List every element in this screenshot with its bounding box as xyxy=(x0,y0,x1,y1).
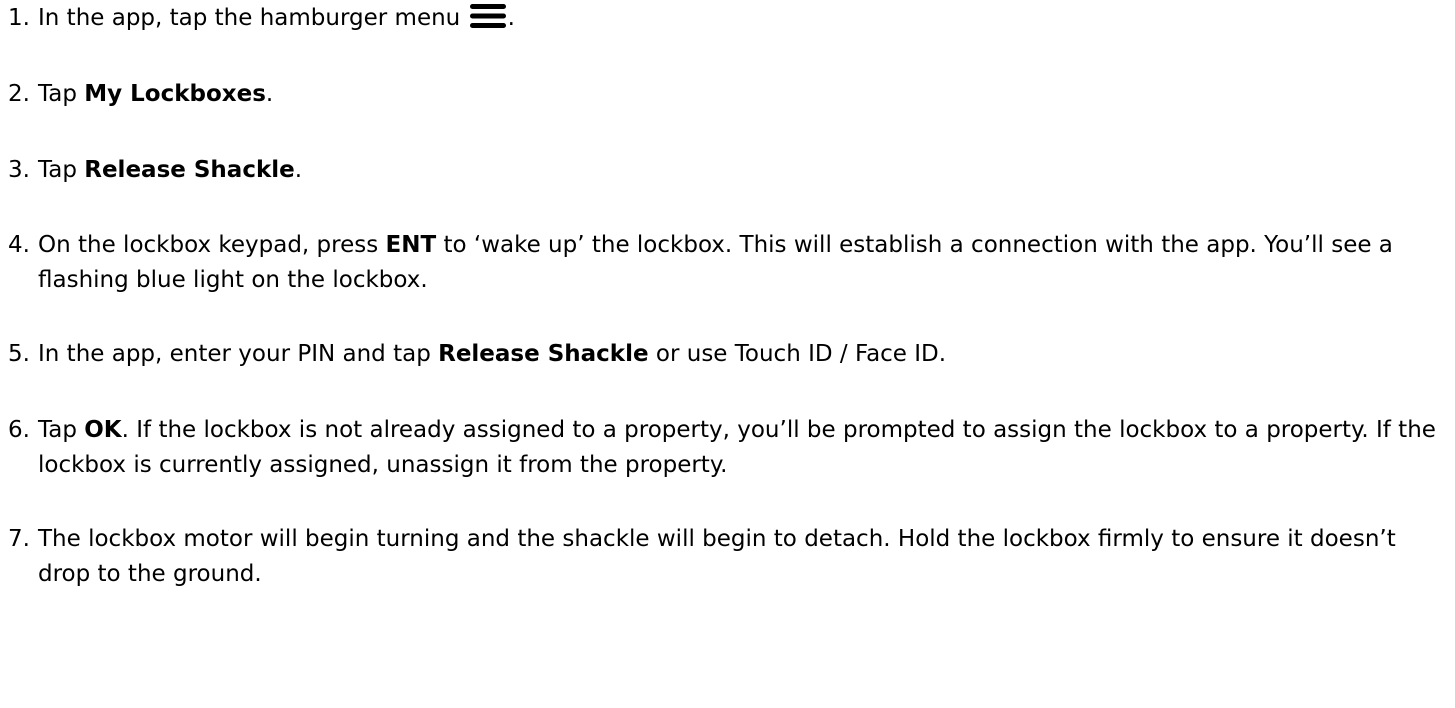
step-text-part: Tap xyxy=(38,81,85,107)
step-text: In the app, tap the hamburger menu . xyxy=(38,1,1448,36)
step-7: 7. The lockbox motor will begin turning … xyxy=(8,522,1448,592)
ui-term: Release Shackle xyxy=(438,341,649,367)
step-text-part: In the app, enter your PIN and tap xyxy=(38,341,439,367)
step-6: 6. Tap OK. If the lockbox is not already… xyxy=(8,413,1448,483)
step-3: 3. Tap Release Shackle. xyxy=(8,153,1448,188)
step-text-part: . If the lockbox is not already assigned… xyxy=(38,417,1436,478)
hamburger-menu-icon xyxy=(469,4,506,28)
step-5: 5. In the app, enter your PIN and tap Re… xyxy=(8,337,1448,372)
step-number: 1. xyxy=(8,5,30,31)
step-text: Tap Release Shackle. xyxy=(38,153,1448,188)
step-number: 6. xyxy=(8,417,30,443)
ui-term: OK xyxy=(84,417,122,443)
ui-term: My Lockboxes xyxy=(84,81,266,107)
step-text-part: Tap xyxy=(38,417,85,443)
step-number: 5. xyxy=(8,341,30,367)
step-4: 4. On the lockbox keypad, press ENT to ‘… xyxy=(8,228,1448,298)
step-text: Tap My Lockboxes. xyxy=(38,77,1448,112)
step-text-part: . xyxy=(507,5,515,31)
step-number: 7. xyxy=(8,526,30,552)
step-number: 2. xyxy=(8,81,30,107)
step-1: 1. In the app, tap the hamburger menu . xyxy=(8,1,1448,36)
step-text: In the app, enter your PIN and tap Relea… xyxy=(38,337,1448,372)
step-text-part: On the lockbox keypad, press xyxy=(38,232,386,258)
step-text-part: or use Touch ID / Face ID. xyxy=(648,341,947,367)
step-number: 4. xyxy=(8,232,30,258)
ui-term: ENT xyxy=(385,232,437,258)
step-text: The lockbox motor will begin turning and… xyxy=(38,526,1396,587)
ui-term: Release Shackle xyxy=(84,157,295,183)
step-number: 3. xyxy=(8,157,30,183)
step-2: 2. Tap My Lockboxes. xyxy=(8,77,1448,112)
step-text: On the lockbox keypad, press ENT to ‘wak… xyxy=(38,228,1448,298)
step-text: Tap OK. If the lockbox is not already as… xyxy=(38,413,1448,483)
step-text-part: . xyxy=(294,157,303,183)
step-text-part: . xyxy=(265,81,274,107)
step-text-part: In the app, tap the hamburger menu xyxy=(38,5,461,31)
step-text-part: Tap xyxy=(38,157,85,183)
